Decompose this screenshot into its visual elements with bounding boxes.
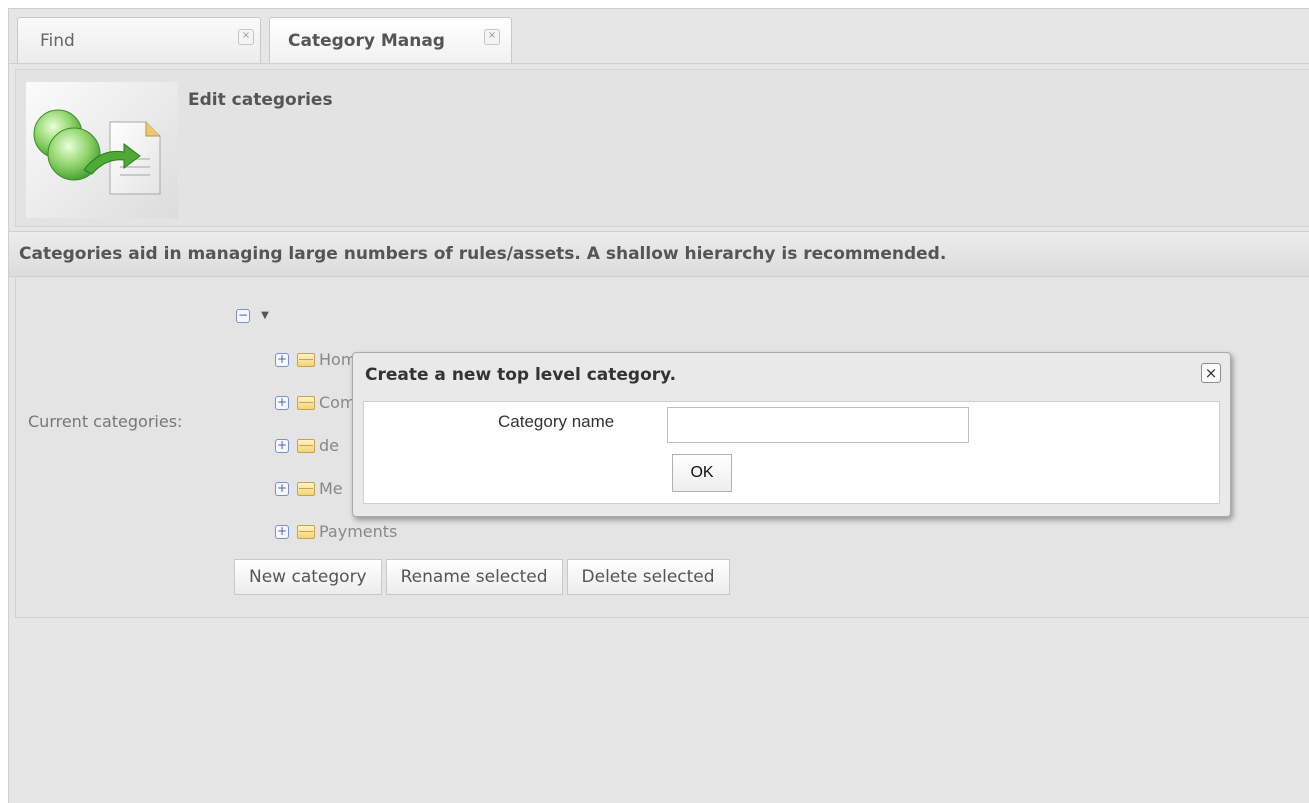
collapse-icon[interactable]: − [236,308,250,323]
caret-down-icon: ▼ [261,310,269,321]
ok-button[interactable]: OK [672,454,732,492]
rename-selected-button[interactable]: Rename selected [385,559,563,595]
tab-divider [9,63,1309,64]
category-wizard-icon [26,82,178,218]
close-icon[interactable]: × [1201,363,1221,383]
tab-bar: Find × Category Manag × [9,9,1309,65]
page-title: Edit categories [188,90,333,110]
folder-icon [297,352,315,367]
tab-category-manager[interactable]: Category Manag × [269,17,512,63]
category-name-label: Category name [498,412,615,431]
tab-find[interactable]: Find × [17,17,261,63]
close-icon[interactable]: × [484,29,500,45]
delete-selected-button[interactable]: Delete selected [566,559,730,595]
dialog-title: Create a new top level category. [365,365,677,385]
folder-icon [297,481,315,496]
expand-icon[interactable]: + [275,481,289,496]
tab-category-manager-label: Category Manag [288,31,445,51]
dialog-body: Category name OK [363,401,1220,504]
folder-icon [297,395,315,410]
tree-item-payments[interactable]: + Payments [275,521,397,543]
expand-icon[interactable]: + [275,395,289,410]
info-bar: Categories aid in managing large numbers… [9,231,1309,277]
tree-item-label: de [319,436,339,455]
new-category-button[interactable]: New category [234,559,382,595]
tree-root[interactable]: − ▼ [236,305,269,324]
tab-find-label: Find [40,31,75,51]
expand-icon[interactable]: + [275,438,289,453]
tree-item-label: Me [319,479,343,498]
tree-item-de[interactable]: + de [275,435,339,457]
tree-item-label: Payments [319,522,398,541]
header-panel: Edit categories [15,69,1309,227]
folder-icon [297,524,315,539]
folder-icon [297,438,315,453]
category-name-input[interactable] [667,407,969,443]
expand-icon[interactable]: + [275,352,289,367]
close-icon[interactable]: × [238,29,254,45]
expand-icon[interactable]: + [275,524,289,539]
current-categories-label: Current categories: [28,412,183,431]
tree-item-me[interactable]: + Me [275,478,343,500]
category-button-row: New category Rename selected Delete select… [234,559,734,595]
new-category-dialog: Create a new top level category. × Categ… [352,352,1231,517]
